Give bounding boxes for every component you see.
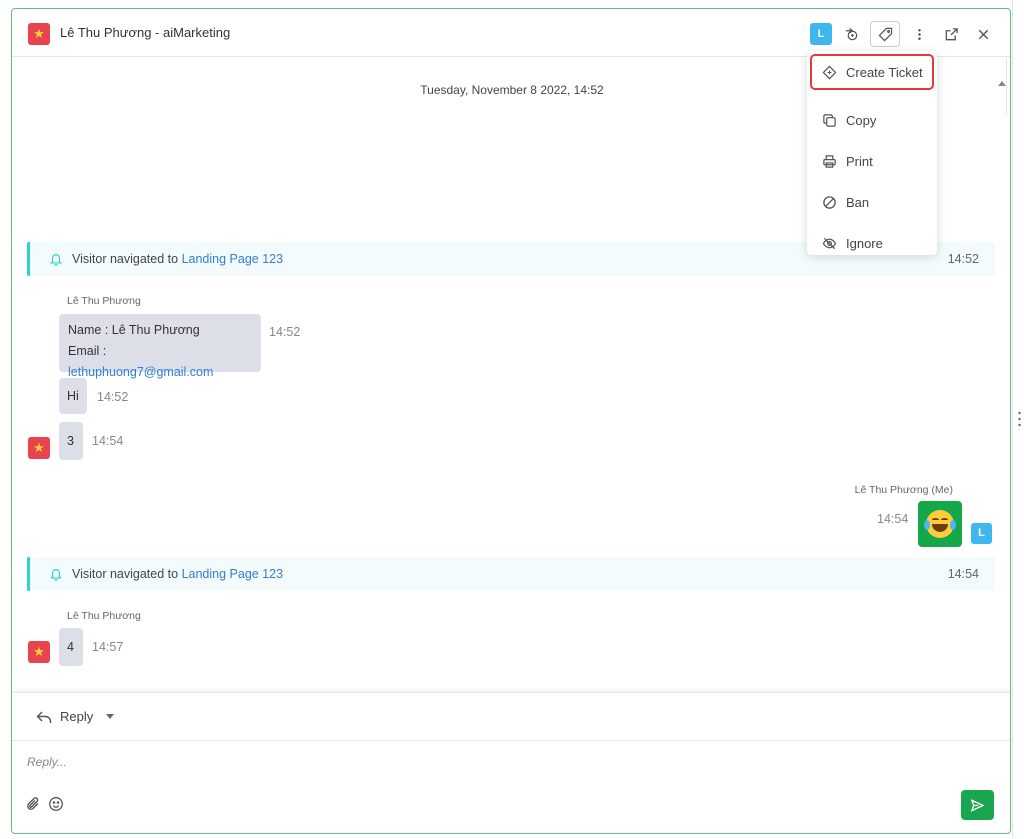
emoji-icon[interactable] (48, 796, 64, 812)
reply-mode-selector[interactable]: Reply (36, 709, 93, 724)
landing-page-link[interactable]: Landing Page 123 (182, 567, 283, 581)
ignore-menu-item[interactable]: Ignore (807, 225, 937, 261)
landing-page-link[interactable]: Landing Page 123 (182, 252, 283, 266)
resize-grip-icon[interactable] (1018, 410, 1021, 430)
popout-button[interactable] (938, 21, 964, 47)
visitor-info-bubble: Name : Lê Thu Phương Email : lethuphuong… (59, 314, 261, 379)
menu-item-label: Ignore (846, 235, 883, 251)
message-time: 14:54 (92, 434, 124, 448)
message-time: 14:52 (269, 325, 301, 339)
conversation-actions-menu: Create Ticket Copy Print Ban Ignore (807, 51, 937, 255)
reply-arrow-icon (36, 711, 52, 723)
bell-icon (50, 569, 62, 581)
chat-window: ★ Lê Thu Phương - aiMarketing L Tuesday,… (11, 8, 1011, 834)
event-text: Visitor navigated to Landing Page 123 (72, 567, 284, 581)
header-actions: L (810, 21, 996, 47)
my-sender-name: Lê Thu Phương (Me) (854, 484, 953, 496)
sender-name: Lê Thu Phương (67, 610, 141, 622)
message-time: 14:52 (97, 390, 129, 404)
transfer-icon (845, 27, 857, 40)
event-time: 14:52 (947, 252, 979, 266)
tag-icon (878, 27, 892, 41)
vietnam-flag-icon: ★ (28, 23, 50, 45)
reply-tab-label: Reply (60, 709, 94, 724)
info-name: Name : Lê Thu Phương (68, 323, 200, 337)
chat-header: ★ Lê Thu Phương - aiMarketing L (12, 9, 1010, 57)
more-button[interactable] (906, 21, 932, 47)
menu-item-label: Create Ticket (846, 64, 923, 80)
more-vertical-icon (917, 28, 921, 40)
my-avatar: L (971, 523, 992, 544)
copy-icon (823, 113, 836, 127)
chevron-down-icon[interactable] (106, 714, 114, 719)
message-time: 14:57 (92, 640, 124, 654)
paperclip-icon[interactable] (25, 796, 41, 812)
email-link[interactable]: lethuphuong7@gmail.com (68, 365, 213, 379)
bell-icon (50, 254, 62, 266)
message-bubble: 3 (59, 422, 83, 460)
event-text: Visitor navigated to Landing Page 123 (72, 252, 284, 266)
chat-title: Lê Thu Phương - aiMarketing (60, 25, 231, 40)
ban-menu-item[interactable]: Ban (807, 184, 937, 220)
event-time: 14:54 (947, 567, 979, 581)
print-icon (823, 154, 836, 168)
vietnam-flag-icon: ★ (28, 641, 50, 663)
agent-avatar[interactable]: L (810, 23, 832, 45)
message-time: 14:54 (877, 512, 909, 526)
create-ticket-menu-item[interactable]: Create Ticket (810, 54, 934, 90)
ban-icon (823, 195, 836, 209)
navigation-event: Visitor navigated to Landing Page 123 14… (27, 557, 995, 591)
page-edge (1012, 0, 1024, 839)
menu-item-label: Copy (846, 112, 877, 128)
reply-input[interactable] (27, 751, 627, 773)
info-email: Email : lethuphuong7@gmail.com (68, 344, 214, 379)
external-link-icon (945, 27, 958, 40)
message-bubble: Hi (59, 378, 87, 414)
close-button[interactable] (970, 21, 996, 47)
reply-composer: Reply (12, 692, 1010, 833)
message-bubble: 4 (59, 628, 83, 666)
menu-item-label: Print (846, 153, 873, 169)
sender-name: Lê Thu Phương (67, 295, 141, 307)
send-icon (970, 798, 985, 812)
print-menu-item[interactable]: Print (807, 143, 937, 179)
transfer-button[interactable] (838, 21, 864, 47)
tag-button[interactable] (870, 21, 900, 47)
ticket-icon (822, 65, 837, 79)
reply-tabs: Reply (12, 693, 1010, 741)
vietnam-flag-icon: ★ (28, 437, 50, 459)
close-icon (978, 29, 988, 39)
send-button[interactable] (961, 790, 994, 820)
menu-item-label: Ban (846, 194, 870, 210)
eye-off-icon (822, 237, 837, 249)
copy-menu-item[interactable]: Copy (807, 102, 937, 138)
laughing-emoji-icon (924, 510, 956, 538)
emoji-message-bubble (918, 501, 962, 547)
